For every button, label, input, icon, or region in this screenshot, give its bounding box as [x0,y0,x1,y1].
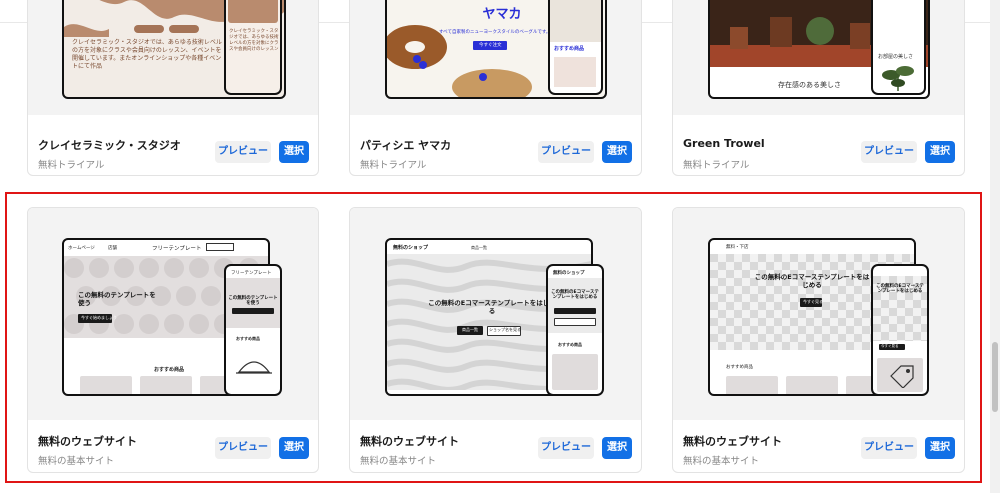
hero-heading-mock: この無料のEコマーステンプレートをはじめる [754,273,870,289]
cloche-icon [236,361,272,374]
vertical-scrollbar[interactable] [990,0,1000,493]
template-card-free-website-2[interactable]: 無料のショップ 商品一覧 この無料のEコマーステンプレートをはじめる 商品一覧 … [349,207,642,473]
phone-mockup: お部屋の美しさ [871,0,926,95]
template-thumbnail[interactable]: ヤマカ すべて自家製のニューヨークスタイルのベーグルです。 今すぐ注文 おすすめ… [350,0,641,115]
card-title: 無料のウェブサイト [38,435,137,448]
bagel-heading: ヤマカ [482,7,522,22]
select-button[interactable]: 選択 [279,141,309,163]
card-title: パティシエ ヤマカ [360,139,452,152]
phone-mockup: 無料のショップ この無料のEコマーステンプレートをはじめる おすすめ商品 [546,264,604,396]
preview-button[interactable]: プレビュー [538,437,594,459]
tag-icon [890,365,914,388]
template-card-green-trowel[interactable]: 存在感のある美しさ お部屋の美しさ Green Trowel 無料トライアル プ… [672,0,965,176]
card-title: 無料のウェブサイト [683,435,782,448]
phone-mockup: フリーテンプレート この無料のテンプレートを使う おすすめ商品 [224,264,282,396]
select-button[interactable]: 選択 [279,437,309,459]
template-thumbnail[interactable]: ホームページ 店舗 フリーテンプレート この無料のテンプレートを使う 今すぐ始め… [28,208,318,420]
card-subtitle: 無料の基本サイト [38,456,115,467]
preview-button[interactable]: プレビュー [861,141,917,163]
hero-heading-mock: この無料のテンプレートを使う [78,291,156,307]
template-thumbnail[interactable]: クレイセラミック・スタジオでは、あらゆる技術レベルの方を対象にクラスや会員向けの… [28,0,318,115]
card-subtitle: 無料トライアル [683,160,750,171]
template-thumbnail[interactable]: 存在感のある美しさ お部屋の美しさ [673,0,964,115]
card-subtitle: 無料の基本サイト [360,456,437,467]
template-card-patissier-yamaka[interactable]: ヤマカ すべて自家製のニューヨークスタイルのベーグルです。 今すぐ注文 おすすめ… [349,0,642,176]
select-button[interactable]: 選択 [925,437,955,459]
preview-button[interactable]: プレビュー [861,437,917,459]
card-subtitle: 無料トライアル [38,160,105,171]
template-thumbnail[interactable]: 無料・下店 この無料のEコマーステンプレートをはじめる 今すぐ見る おすすめ商品 [673,208,964,420]
template-card-free-website-1[interactable]: ホームページ 店舗 フリーテンプレート この無料のテンプレートを使う 今すぐ始め… [27,207,319,473]
template-card-free-website-3[interactable]: 無料・下店 この無料のEコマーステンプレートをはじめる 今すぐ見る おすすめ商品 [672,207,965,473]
phone-mockup: おすすめ商品 [548,0,603,95]
select-button[interactable]: 選択 [602,437,632,459]
plants-caption: 存在感のある美しさ [778,81,841,89]
preview-button[interactable]: プレビュー [538,141,594,163]
template-thumbnail[interactable]: 無料のショップ 商品一覧 この無料のEコマーステンプレートをはじめる 商品一覧 … [350,208,641,420]
phone-mockup: この無料のEコマーステンプレートをはじめる 今すぐ見る [871,264,929,396]
card-subtitle: 無料の基本サイト [683,456,760,467]
select-button[interactable]: 選択 [925,141,955,163]
hero-heading-mock: この無料のEコマーステンプレートをはじめる [428,299,556,315]
select-button[interactable]: 選択 [602,141,632,163]
card-title: Green Trowel [683,137,765,150]
clay-body-text: クレイセラミック・スタジオでは、あらゆる技術レベルの方を対象にクラスや会員向けの… [72,39,222,71]
bagel-subtext: すべて自家製のニューヨークスタイルのベーグルです。 [439,30,551,35]
preview-button[interactable]: プレビュー [215,141,271,163]
card-subtitle: 無料トライアル [360,160,427,171]
template-card-clay-studio[interactable]: クレイセラミック・スタジオでは、あらゆる技術レベルの方を対象にクラスや会員向けの… [27,0,319,176]
card-title: クレイセラミック・スタジオ [38,139,181,152]
preview-button[interactable]: プレビュー [215,437,271,459]
card-title: 無料のウェブサイト [360,435,459,448]
scrollbar-thumb[interactable] [992,342,998,412]
phone-mockup: クレイセラミック・スタジオでは、あらゆる技術レベルの方を対象にクラスや会員向けの… [224,0,282,95]
